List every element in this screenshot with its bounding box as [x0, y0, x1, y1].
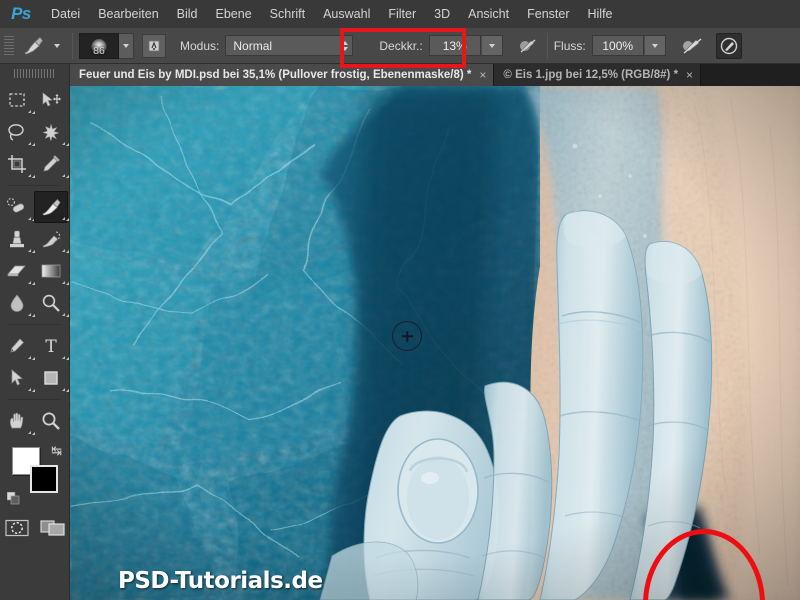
tools-divider-3	[8, 399, 61, 400]
tools-group-vector: T	[0, 328, 69, 396]
flow-input[interactable]: 100%	[591, 35, 644, 56]
menu-item-filter[interactable]: Filter	[379, 0, 425, 28]
blend-mode-value: Normal	[233, 38, 273, 53]
swap-colors-icon[interactable]: ↹	[51, 443, 62, 459]
document-tab-bar: Feuer und Eis by MDI.psd bei 35,1% (Pull…	[70, 64, 800, 86]
rectangle-shape-tool[interactable]	[34, 362, 69, 394]
eraser-tool[interactable]	[0, 255, 35, 287]
photoshop-logo-icon: Ps	[11, 4, 31, 23]
menu-bar: Ps Datei Bearbeiten Bild Ebene Schrift A…	[0, 0, 800, 28]
brush-preset-preview[interactable]: 86	[79, 32, 119, 59]
tablet-pressure-size-button[interactable]	[142, 33, 166, 58]
zoom-tool[interactable]	[34, 405, 68, 437]
photoshop-window: Ps Datei Bearbeiten Bild Ebene Schrift A…	[0, 0, 800, 600]
tools-panel: T ↹	[0, 64, 70, 600]
document-tab-feuer-und-eis[interactable]: Feuer und Eis by MDI.psd bei 35,1% (Pull…	[70, 64, 495, 86]
brush-size-value: 86	[93, 44, 105, 57]
opacity-input[interactable]: 13%	[428, 35, 481, 56]
menu-item-hilfe[interactable]: Hilfe	[579, 0, 622, 28]
options-separator-1	[72, 32, 73, 59]
spot-healing-brush-tool[interactable]	[0, 191, 35, 223]
tools-divider-1	[8, 185, 61, 186]
artwork-image	[70, 86, 800, 600]
menu-item-datei[interactable]: Datei	[42, 0, 89, 28]
document-tab-eis-1[interactable]: © Eis 1.jpg bei 12,5% (RGB/8#) * ×	[494, 64, 702, 86]
blend-mode-select[interactable]: Normal	[225, 35, 354, 56]
tool-options-bar: 86 Modus: Normal Deckkr.: 13% Fluss: 100…	[0, 28, 800, 64]
dodge-tool[interactable]	[34, 287, 69, 319]
menu-item-auswahl[interactable]: Auswahl	[314, 0, 379, 28]
flow-dropdown-button[interactable]	[643, 35, 666, 56]
brush-tool[interactable]	[34, 191, 69, 223]
mode-buttons-row	[0, 517, 69, 539]
opacity-label: Deckkr.:	[379, 38, 423, 53]
blur-tool[interactable]	[0, 287, 35, 319]
tools-panel-grip[interactable]	[13, 69, 56, 78]
menu-item-schrift[interactable]: Schrift	[261, 0, 314, 28]
crop-tool[interactable]	[0, 148, 35, 180]
mode-label: Modus:	[180, 38, 220, 53]
screen-mode-button[interactable]	[38, 517, 68, 539]
airbrush-toggle-button[interactable]	[715, 32, 742, 59]
opacity-dropdown-button[interactable]	[480, 35, 503, 56]
rectangular-marquee-tool[interactable]	[0, 84, 35, 116]
quick-mask-mode-button[interactable]	[2, 517, 32, 539]
default-colors-icon[interactable]	[6, 491, 20, 505]
menu-item-bearbeiten[interactable]: Bearbeiten	[89, 0, 167, 28]
hand-tool[interactable]	[0, 405, 35, 437]
move-tool[interactable]	[34, 84, 68, 116]
close-icon[interactable]: ×	[479, 68, 486, 82]
color-swatches: ↹	[0, 441, 70, 507]
flow-label: Fluss:	[553, 38, 586, 53]
brush-cursor-icon	[392, 321, 422, 351]
tools-divider-2	[8, 324, 61, 325]
gradient-tool[interactable]	[34, 255, 69, 287]
lasso-tool[interactable]	[0, 116, 35, 148]
eyedropper-tool[interactable]	[34, 148, 69, 180]
blend-mode-stepper-icon	[342, 40, 349, 51]
background-color-swatch[interactable]	[30, 465, 58, 493]
tools-group-navigation	[0, 403, 69, 439]
brush-preset-picker[interactable]: 86	[79, 32, 134, 59]
options-bar-grip[interactable]	[4, 35, 14, 56]
path-selection-tool[interactable]	[0, 362, 35, 394]
tools-group-retouch	[0, 189, 69, 321]
history-brush-tool[interactable]	[34, 223, 69, 255]
opacity-pressure-toggle[interactable]	[515, 33, 541, 59]
menu-item-ebene[interactable]: Ebene	[207, 0, 261, 28]
pen-tool[interactable]	[0, 330, 35, 362]
menu-item-3d[interactable]: 3D	[425, 0, 459, 28]
menu-item-fenster[interactable]: Fenster	[518, 0, 578, 28]
clone-stamp-tool[interactable]	[0, 223, 35, 255]
flow-value: 100%	[602, 38, 634, 53]
menu-item-bild[interactable]: Bild	[168, 0, 207, 28]
horizontal-type-tool[interactable]: T	[34, 330, 69, 362]
brush-tool-icon[interactable]	[18, 33, 48, 59]
tab-label: © Eis 1.jpg bei 12,5% (RGB/8#) *	[503, 69, 679, 81]
close-icon[interactable]: ×	[686, 68, 693, 82]
brush-tool-flyout-arrow[interactable]	[48, 33, 66, 59]
flow-pressure-toggle[interactable]	[680, 33, 706, 59]
document-canvas[interactable]: PSD-Tutorials.de	[70, 86, 800, 600]
tools-group-selection	[0, 82, 69, 182]
tab-label: Feuer und Eis by MDI.psd bei 35,1% (Pull…	[79, 69, 472, 81]
opacity-value: 13%	[442, 38, 467, 53]
menu-item-ansicht[interactable]: Ansicht	[459, 0, 518, 28]
watermark-text: PSD-Tutorials.de	[118, 568, 323, 594]
magic-wand-tool[interactable]	[34, 116, 69, 148]
svg-text:T: T	[45, 337, 57, 356]
brush-preset-dropdown-arrow[interactable]	[119, 32, 134, 59]
options-separator-2	[546, 32, 548, 59]
